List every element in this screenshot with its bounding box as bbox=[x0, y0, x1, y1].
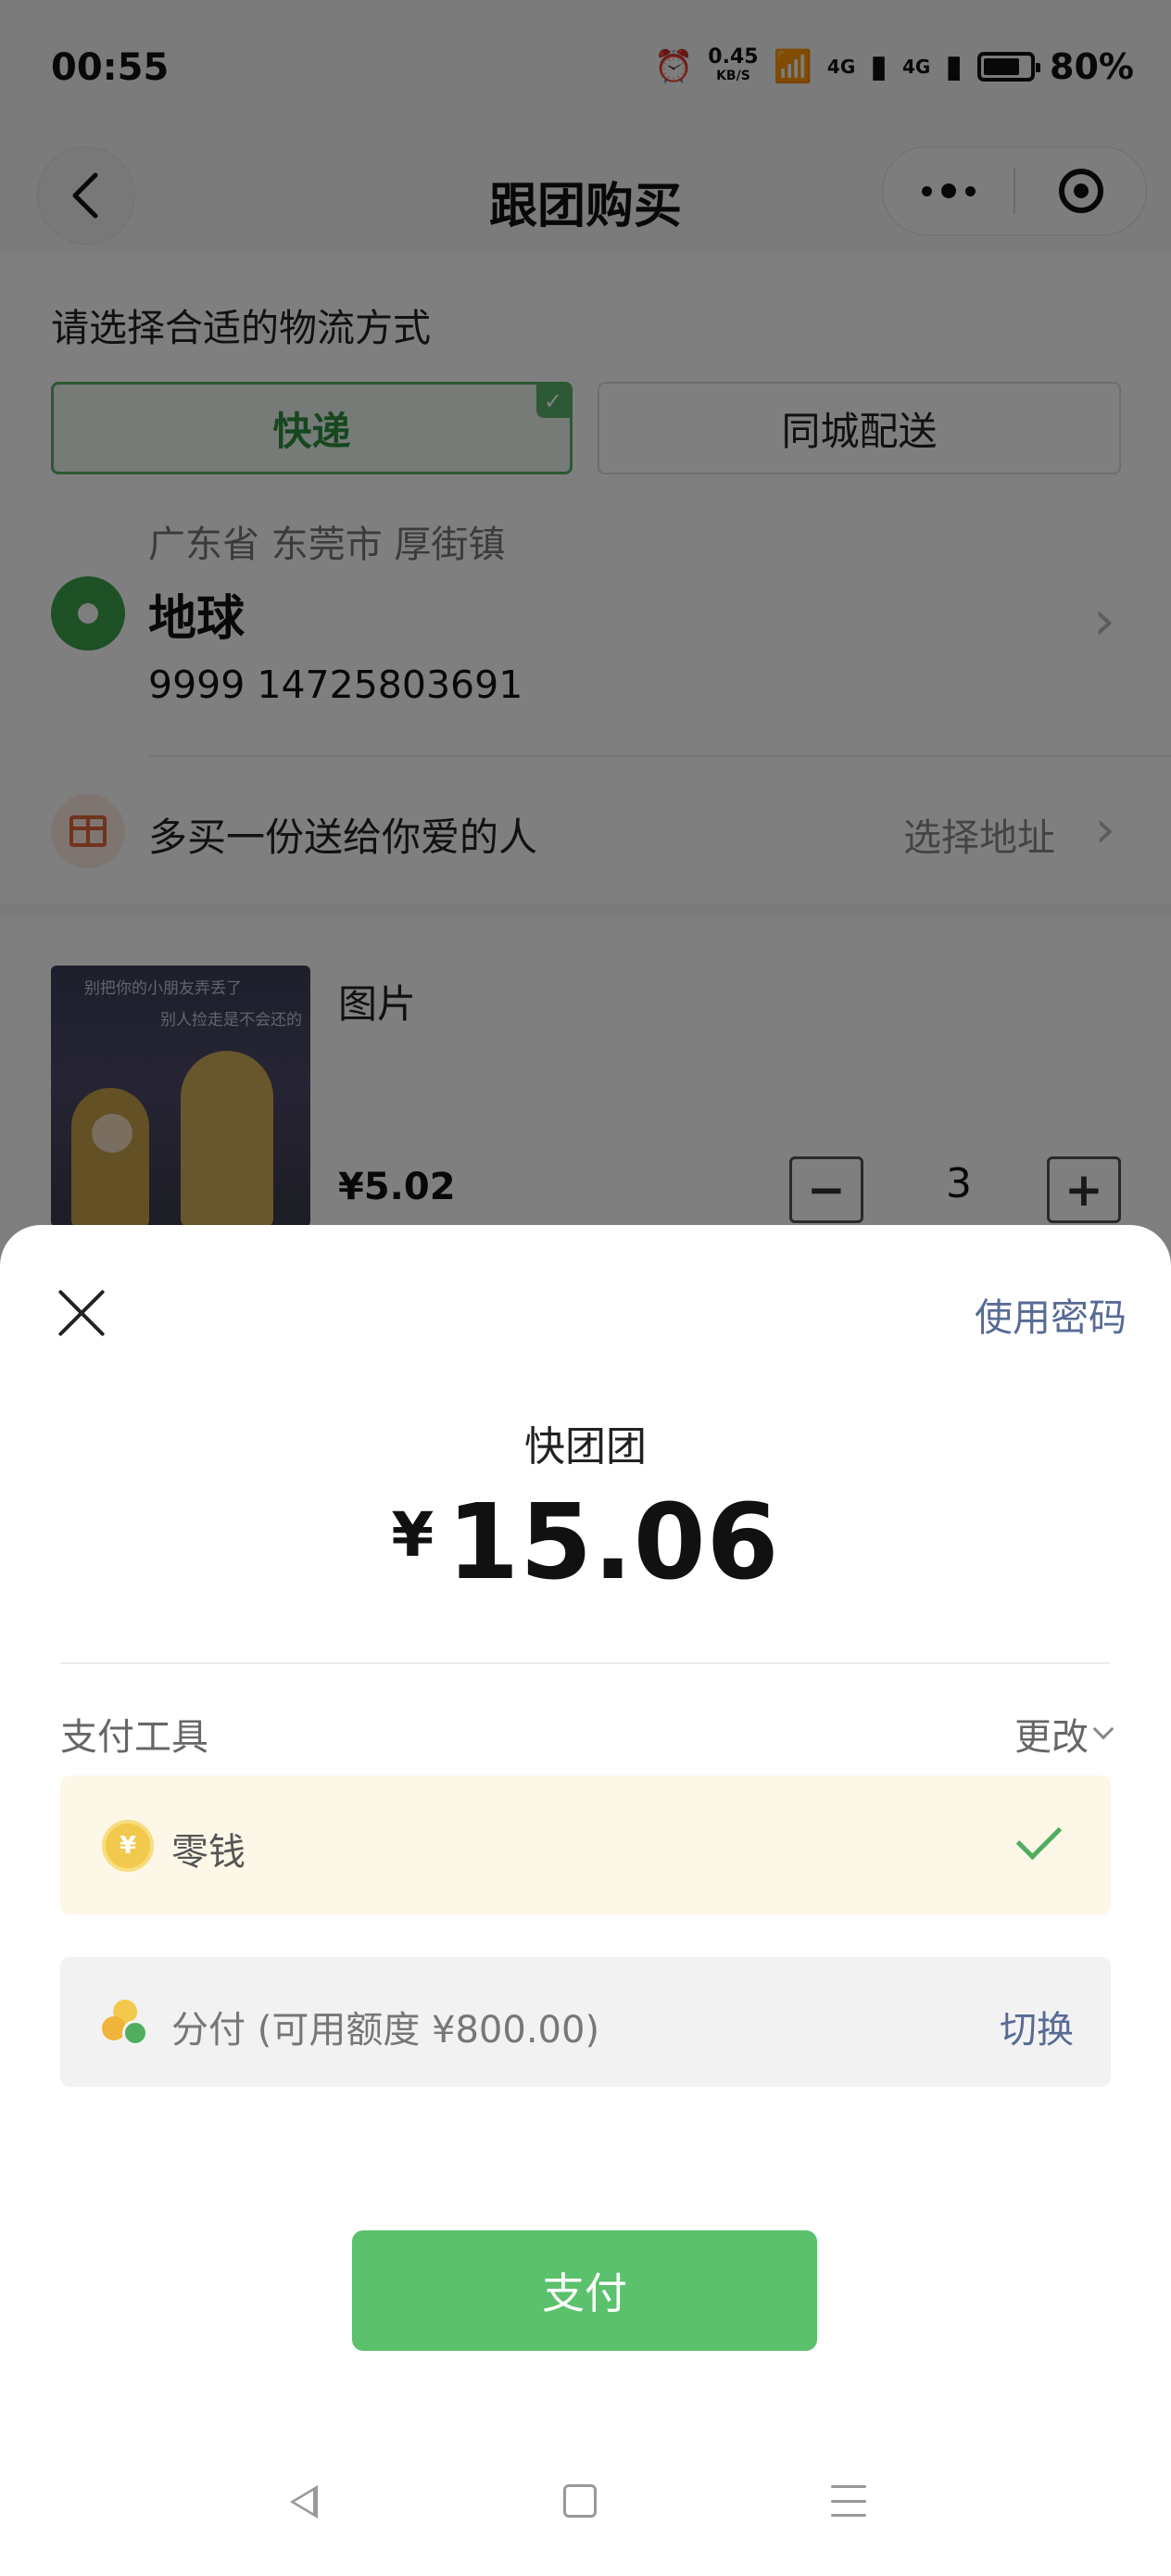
wallet-label: 零钱 bbox=[171, 1831, 246, 1874]
payment-option-fenfu[interactable]: 分付 (可用额度 ¥800.00) 切换 bbox=[60, 1957, 1111, 2087]
merchant-name: 快团团 bbox=[524, 1423, 647, 1471]
close-icon[interactable] bbox=[54, 1285, 109, 1341]
system-menu-icon[interactable] bbox=[831, 2485, 866, 2517]
payment-tool-label: 支付工具 bbox=[60, 1716, 208, 1759]
change-payment-tool[interactable]: 更改 bbox=[1014, 1707, 1114, 1761]
payment-amount: ¥15.06 bbox=[0, 1483, 1171, 1603]
amount-value: 15.06 bbox=[447, 1483, 780, 1603]
pay-button[interactable]: 支付 bbox=[352, 2230, 817, 2351]
use-password-link[interactable]: 使用密码 bbox=[975, 1286, 1127, 1342]
modal-backdrop[interactable] bbox=[0, 0, 1171, 1297]
system-home-icon[interactable] bbox=[563, 2484, 597, 2518]
payment-option-wallet[interactable]: ¥ 零钱 bbox=[60, 1775, 1111, 1914]
system-navigation-bar bbox=[0, 2465, 1171, 2548]
coin-icon: ¥ bbox=[102, 1820, 154, 1872]
fenfu-label: 分付 (可用额度 ¥800.00) bbox=[171, 2009, 600, 2052]
system-back-icon[interactable] bbox=[290, 2485, 318, 2519]
chevron-down-icon bbox=[1092, 1718, 1114, 1740]
payment-sheet: 使用密码 快团团 ¥15.06 支付工具 更改 ¥ 零钱 分付 (可用额度 ¥8… bbox=[0, 1225, 1171, 2576]
checkmark-icon bbox=[1013, 1818, 1066, 1864]
currency-symbol: ¥ bbox=[391, 1499, 434, 1571]
change-label: 更改 bbox=[1014, 1716, 1089, 1759]
switch-link[interactable]: 切换 bbox=[1000, 2000, 1074, 2053]
divider bbox=[60, 1662, 1111, 1664]
fenfu-icon bbox=[102, 1996, 154, 2048]
